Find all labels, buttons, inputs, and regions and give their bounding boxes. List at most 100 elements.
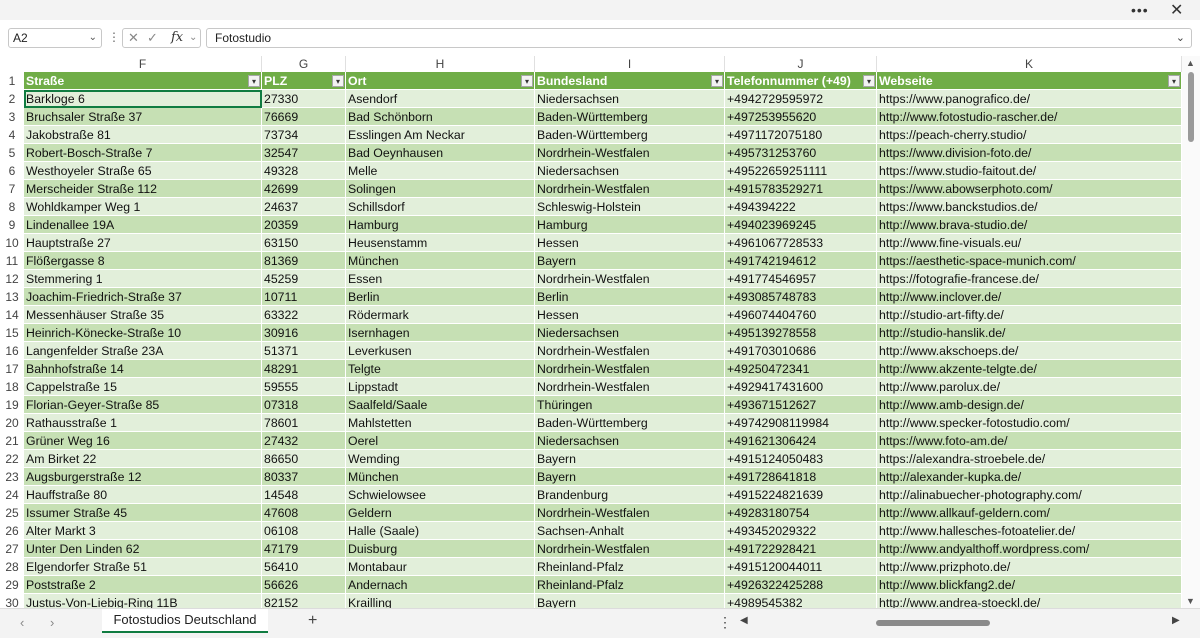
cell-i[interactable]: Niedersachsen: [535, 162, 725, 180]
cell-f[interactable]: Langenfelder Straße 23A: [24, 342, 262, 360]
cell-i[interactable]: Rheinland-Pfalz: [535, 558, 725, 576]
vertical-scrollbar[interactable]: ▲ ▼: [1182, 56, 1200, 608]
cell-f[interactable]: Hauffstraße 80: [24, 486, 262, 504]
cell-h[interactable]: Solingen: [346, 180, 535, 198]
column-header-i[interactable]: I: [535, 56, 725, 72]
cell-h[interactable]: Berlin: [346, 288, 535, 306]
row-number[interactable]: 22: [0, 450, 24, 468]
cell-f[interactable]: Bahnhofstraße 14: [24, 360, 262, 378]
cell-k[interactable]: http://www.inclover.de/: [877, 288, 1182, 306]
add-sheet-button[interactable]: +: [308, 612, 317, 630]
cell-g[interactable]: 47179: [262, 540, 346, 558]
cell-f[interactable]: Flößergasse 8: [24, 252, 262, 270]
cell-f[interactable]: Merscheider Straße 112: [24, 180, 262, 198]
scroll-left-icon[interactable]: ◀: [740, 615, 748, 626]
cell-i[interactable]: Nordrhein-Westfalen: [535, 270, 725, 288]
row-number[interactable]: 27: [0, 540, 24, 558]
cell-i[interactable]: Nordrhein-Westfalen: [535, 144, 725, 162]
cell-k[interactable]: https://fotografie-francese.de/: [877, 270, 1182, 288]
cell-i[interactable]: Nordrhein-Westfalen: [535, 378, 725, 396]
cell-k[interactable]: http://alexander-kupka.de/: [877, 468, 1182, 486]
cell-g[interactable]: 30916: [262, 324, 346, 342]
cell-j[interactable]: +49522659251111: [725, 162, 877, 180]
cell-g[interactable]: 63150: [262, 234, 346, 252]
filter-dropdown-icon[interactable]: ▾: [1168, 75, 1180, 87]
row-number[interactable]: 4: [0, 126, 24, 144]
cell-h[interactable]: Geldern: [346, 504, 535, 522]
row-number[interactable]: 19: [0, 396, 24, 414]
cell-f[interactable]: Rathausstraße 1: [24, 414, 262, 432]
row-number[interactable]: 26: [0, 522, 24, 540]
cell-h[interactable]: Lippstadt: [346, 378, 535, 396]
row-number[interactable]: 8: [0, 198, 24, 216]
cell-h[interactable]: Halle (Saale): [346, 522, 535, 540]
cell-f[interactable]: Alter Markt 3: [24, 522, 262, 540]
cell-j[interactable]: +4915124050483: [725, 450, 877, 468]
cell-f[interactable]: Messenhäuser Straße 35: [24, 306, 262, 324]
cell-g[interactable]: 10711: [262, 288, 346, 306]
header-cell-h[interactable]: Ort: [346, 72, 535, 90]
row-number[interactable]: 5: [0, 144, 24, 162]
cell-i[interactable]: Nordrhein-Westfalen: [535, 360, 725, 378]
previous-sheet-icon[interactable]: ‹: [20, 615, 24, 630]
cell-k[interactable]: https://aesthetic-space-munich.com/: [877, 252, 1182, 270]
cell-g[interactable]: 32547: [262, 144, 346, 162]
cell-f[interactable]: Augsburgerstraße 12: [24, 468, 262, 486]
spreadsheet-grid[interactable]: FGHIJK 1 Straße ▾ PLZ ▾ Ort ▾ Bundesland ▾ Telefo…: [0, 56, 1182, 608]
cell-f[interactable]: Joachim-Friedrich-Straße 37: [24, 288, 262, 306]
cell-g[interactable]: 82152: [262, 594, 346, 608]
cell-g[interactable]: 76669: [262, 108, 346, 126]
cell-k[interactable]: https://peach-cherry.studio/: [877, 126, 1182, 144]
drag-handle-icon[interactable]: ⋮: [108, 30, 120, 44]
cell-h[interactable]: Melle: [346, 162, 535, 180]
cell-h[interactable]: Saalfeld/Saale: [346, 396, 535, 414]
cell-h[interactable]: Andernach: [346, 576, 535, 594]
cell-i[interactable]: Berlin: [535, 288, 725, 306]
cell-h[interactable]: Mahlstetten: [346, 414, 535, 432]
cell-g[interactable]: 27330: [262, 90, 346, 108]
header-cell-j[interactable]: Telefonnummer (+49): [725, 72, 877, 90]
cell-h[interactable]: Isernhagen: [346, 324, 535, 342]
cell-h[interactable]: Krailling: [346, 594, 535, 608]
cell-k[interactable]: https://alexandra-stroebele.de/: [877, 450, 1182, 468]
cell-h[interactable]: Essen: [346, 270, 535, 288]
cell-j[interactable]: +493085748783: [725, 288, 877, 306]
tab-splitter-icon[interactable]: ⋮: [718, 614, 732, 631]
row-number[interactable]: 23: [0, 468, 24, 486]
cell-f[interactable]: Robert-Bosch-Straße 7: [24, 144, 262, 162]
cell-k[interactable]: http://www.amb-design.de/: [877, 396, 1182, 414]
cell-j[interactable]: +495731253760: [725, 144, 877, 162]
cell-h[interactable]: Telgte: [346, 360, 535, 378]
cell-i[interactable]: Sachsen-Anhalt: [535, 522, 725, 540]
expand-formula-icon[interactable]: ⌄: [1176, 29, 1185, 47]
column-header-h[interactable]: H: [346, 56, 535, 72]
cell-f[interactable]: Stemmering 1: [24, 270, 262, 288]
cell-k[interactable]: https://www.abowserphoto.com/: [877, 180, 1182, 198]
cell-i[interactable]: Bayern: [535, 594, 725, 608]
cell-h[interactable]: Schillsdorf: [346, 198, 535, 216]
cancel-icon[interactable]: ✕: [128, 30, 139, 46]
cell-h[interactable]: Oerel: [346, 432, 535, 450]
cell-g[interactable]: 51371: [262, 342, 346, 360]
next-sheet-icon[interactable]: ›: [50, 615, 54, 630]
cell-g[interactable]: 73734: [262, 126, 346, 144]
cell-k[interactable]: http://studio-hanslik.de/: [877, 324, 1182, 342]
row-number[interactable]: 20: [0, 414, 24, 432]
cell-k[interactable]: http://www.allkauf-geldern.com/: [877, 504, 1182, 522]
cell-i[interactable]: Niedersachsen: [535, 324, 725, 342]
cell-j[interactable]: +4915224821639: [725, 486, 877, 504]
cell-i[interactable]: Bayern: [535, 468, 725, 486]
cell-g[interactable]: 48291: [262, 360, 346, 378]
cell-i[interactable]: Baden-Württemberg: [535, 414, 725, 432]
cell-f[interactable]: Grüner Weg 16: [24, 432, 262, 450]
cell-j[interactable]: +496074404760: [725, 306, 877, 324]
cell-g[interactable]: 49328: [262, 162, 346, 180]
filter-dropdown-icon[interactable]: ▾: [711, 75, 723, 87]
cell-j[interactable]: +495139278558: [725, 324, 877, 342]
chevron-down-icon[interactable]: ⌄: [189, 32, 197, 43]
cell-k[interactable]: http://studio-art-fifty.de/: [877, 306, 1182, 324]
cell-i[interactable]: Schleswig-Holstein: [535, 198, 725, 216]
cell-i[interactable]: Hessen: [535, 306, 725, 324]
chevron-down-icon[interactable]: ⌄: [89, 29, 97, 47]
cell-f[interactable]: Westhoyeler Straße 65: [24, 162, 262, 180]
